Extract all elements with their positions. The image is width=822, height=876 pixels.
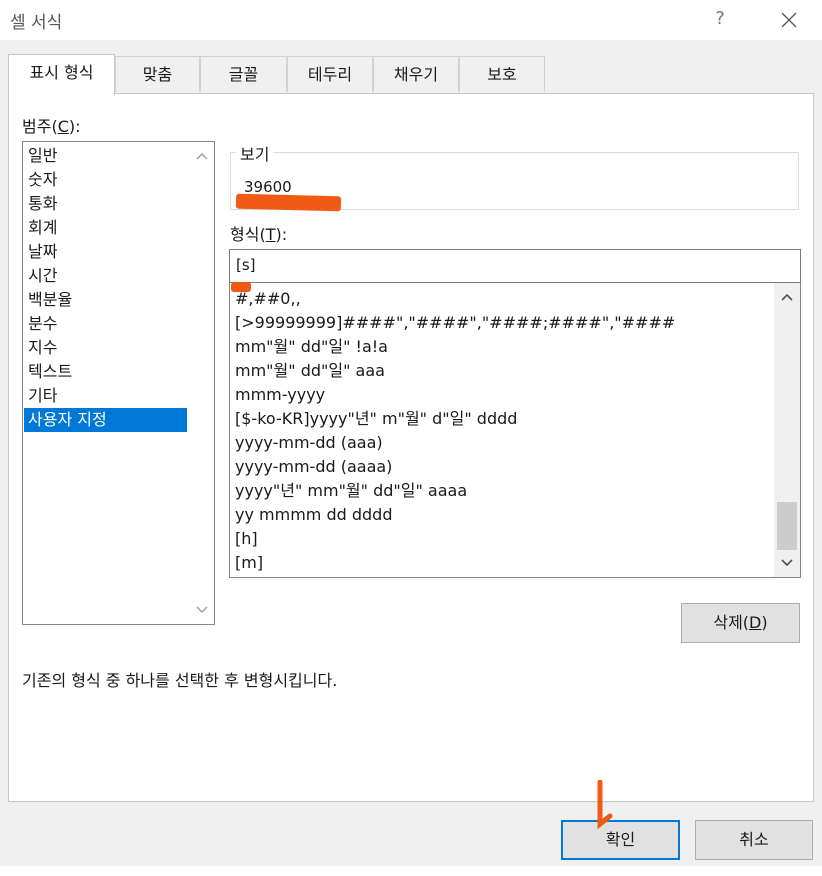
list-item[interactable]: yyyy-mm-dd (aaaa) — [235, 455, 392, 479]
format-input[interactable]: [s] — [229, 249, 801, 283]
list-item[interactable]: [$-ko-KR]yyyy"년" m"월" d"일" dddd — [235, 407, 517, 431]
tab-fill[interactable]: 채우기 — [373, 56, 459, 92]
list-item-selected[interactable]: 사용자 지정 — [24, 408, 187, 432]
description-text: 기존의 형식 중 하나를 선택한 후 변형시킵니다. — [22, 671, 338, 690]
list-item[interactable]: 백분율 — [24, 288, 187, 312]
format-list[interactable]: #,##0,, [>99999999]####","####","####;##… — [229, 283, 801, 578]
format-scrollbar[interactable] — [774, 283, 800, 577]
list-item[interactable]: yyyy-mm-dd (aaa) — [235, 431, 383, 455]
list-item[interactable]: [h] — [235, 527, 258, 551]
tab-border[interactable]: 테두리 — [287, 56, 373, 92]
category-label: 범주(C): — [22, 117, 81, 136]
scroll-up-icon[interactable] — [778, 289, 796, 307]
list-item[interactable]: 날짜 — [24, 240, 187, 264]
format-label: 형식(T): — [230, 225, 288, 244]
list-item[interactable]: 시간 — [24, 264, 187, 288]
annotation-cursor — [597, 780, 613, 830]
list-item[interactable]: [m] — [235, 551, 263, 575]
tab-alignment[interactable]: 맞춤 — [115, 56, 200, 92]
close-button[interactable] — [772, 4, 806, 34]
list-item[interactable]: mmm-yyyy — [235, 383, 325, 407]
tab-number[interactable]: 표시 형식 — [8, 54, 115, 96]
scroll-thumb[interactable] — [777, 502, 797, 550]
close-icon — [781, 12, 797, 28]
list-item[interactable]: 일반 — [24, 144, 187, 168]
title-bar: 셀 서식 ? — [0, 0, 822, 40]
list-item[interactable]: 텍스트 — [24, 360, 187, 384]
list-item[interactable]: 숫자 — [24, 168, 187, 192]
list-item[interactable]: [>99999999]####","####","####;####","###… — [235, 311, 675, 335]
list-item[interactable]: 기타 — [24, 384, 187, 408]
tab-protection[interactable]: 보호 — [459, 56, 545, 92]
preview-legend: 보기 — [236, 141, 274, 165]
list-item[interactable]: yy mmmm dd dddd — [235, 503, 392, 527]
list-item[interactable]: mm"월" dd"일" aaa — [235, 359, 385, 383]
list-item[interactable]: 통화 — [24, 192, 187, 216]
list-item[interactable]: 회계 — [24, 216, 187, 240]
ok-button[interactable]: 확인 — [561, 820, 680, 860]
dialog-title: 셀 서식 — [10, 13, 63, 33]
tab-font[interactable]: 글꼴 — [200, 56, 287, 92]
category-list[interactable]: 일반 숫자 통화 회계 날짜 시간 백분율 분수 지수 텍스트 기타 사용자 지… — [22, 141, 215, 625]
list-item[interactable]: 분수 — [24, 312, 187, 336]
list-item[interactable]: yyyy"년" mm"월" dd"일" aaaa — [235, 479, 467, 503]
list-item[interactable]: 지수 — [24, 336, 187, 360]
scroll-up-icon[interactable] — [193, 148, 211, 166]
cancel-button[interactable]: 취소 — [695, 820, 813, 860]
scroll-down-icon[interactable] — [193, 600, 211, 618]
list-item[interactable]: mm"월" dd"일" !a!a — [235, 335, 388, 359]
annotation-mark — [231, 282, 251, 292]
delete-button[interactable]: 삭제(D) — [681, 603, 800, 643]
help-button[interactable]: ? — [706, 4, 734, 34]
annotation-underline — [235, 193, 342, 212]
bottom-edge — [0, 866, 822, 876]
scroll-down-icon[interactable] — [778, 553, 796, 571]
